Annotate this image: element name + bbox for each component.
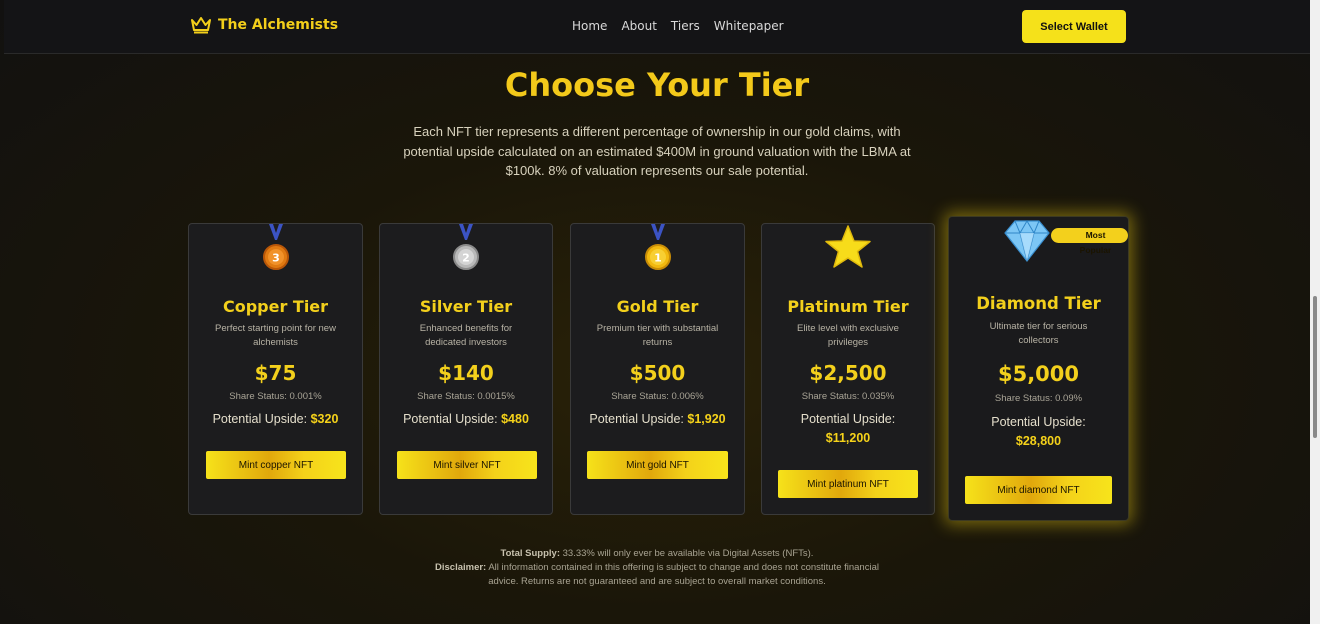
footer-notes: Total Supply: 33.33% will only ever be a…	[424, 547, 890, 589]
page-scrollbar[interactable]	[1310, 0, 1320, 624]
nav-link-about[interactable]: About	[621, 19, 656, 33]
tier-price: $5,000	[997, 362, 1080, 386]
tier-name: Platinum Tier	[787, 297, 909, 316]
page-title: Choose Your Tier	[504, 66, 810, 104]
tier-card-gold: 1 Gold Tier Premium tier with substantia…	[570, 223, 745, 515]
page: The Alchemists Home About Tiers Whitepap…	[4, 0, 1310, 624]
svg-text:1: 1	[654, 252, 662, 265]
tier-card-diamond: Most Popular Diamond Tier Ultimate tier …	[948, 216, 1129, 521]
star-icon	[825, 225, 871, 268]
tier-price: $500	[629, 361, 686, 385]
tier-card-copper: 3 Copper Tier Perfect starting point for…	[188, 223, 363, 515]
tier-price: $140	[438, 361, 494, 385]
brand-logo[interactable]: The Alchemists	[190, 16, 338, 34]
gold-medal-icon: 1	[644, 224, 671, 270]
tier-description: Ultimate tier for serious collectors	[989, 321, 1088, 346]
tier-share-status: Share Status: 0.0015%	[417, 391, 515, 402]
brand-name: The Alchemists	[218, 17, 339, 33]
bronze-medal-icon: 3	[262, 224, 289, 270]
tier-share-status: Share Status: 0.09%	[994, 393, 1083, 404]
upside-label: Potential Upside:	[403, 412, 498, 426]
upside-value: $28,800	[1015, 434, 1062, 448]
most-popular-badge: Most Popular	[1051, 228, 1128, 255]
upside-value: $1,920	[687, 412, 726, 426]
nav-link-tiers[interactable]: Tiers	[671, 19, 700, 33]
tier-description: Perfect starting point for new alchemist…	[215, 323, 336, 348]
mint-diamond-button[interactable]: Mint diamond NFT	[965, 476, 1112, 504]
nav-link-home[interactable]: Home	[572, 19, 607, 33]
crown-icon	[191, 17, 211, 34]
tier-potential-upside: Potential Upside: $11,200	[792, 410, 904, 448]
tier-description: Elite level with exclusive privileges	[797, 323, 899, 348]
page-subtitle: Each NFT tier represents a different per…	[403, 124, 911, 178]
upside-label: Potential Upside:	[991, 415, 1086, 429]
select-wallet-button[interactable]: Select Wallet	[1022, 10, 1126, 43]
tier-potential-upside: Potential Upside: $1,920	[581, 410, 734, 429]
tier-price: $75	[254, 361, 297, 385]
svg-text:3: 3	[272, 252, 280, 265]
total-supply-text: 33.33% will only ever be available via D…	[560, 548, 814, 559]
total-supply-label: Total Supply:	[500, 548, 560, 559]
mint-gold-button[interactable]: Mint gold NFT	[587, 451, 728, 479]
nav-links: Home About Tiers Whitepaper	[572, 19, 784, 33]
mint-silver-button[interactable]: Mint silver NFT	[397, 451, 537, 479]
tier-description: Premium tier with substantial returns	[596, 323, 719, 348]
disclaimer-note: Disclaimer: All information contained in…	[424, 561, 890, 589]
tier-share-status: Share Status: 0.006%	[611, 391, 704, 402]
tier-name: Silver Tier	[419, 297, 513, 316]
tier-name: Gold Tier	[616, 297, 699, 316]
tier-share-status: Share Status: 0.035%	[801, 391, 895, 402]
upside-label: Potential Upside:	[212, 412, 308, 426]
upside-label: Potential Upside:	[800, 412, 896, 426]
mint-platinum-button[interactable]: Mint platinum NFT	[778, 470, 918, 498]
svg-text:2: 2	[462, 252, 470, 265]
tier-potential-upside: Potential Upside: $480	[390, 410, 542, 429]
tier-description: Enhanced benefits for dedicated investor…	[419, 323, 513, 348]
upside-value: $11,200	[825, 431, 871, 445]
tier-potential-upside: Potential Upside: $28,800	[979, 413, 1098, 451]
silver-medal-icon: 2	[453, 224, 479, 270]
scrollbar-thumb[interactable]	[1313, 296, 1317, 438]
tier-name: Copper Tier	[222, 297, 329, 316]
upside-label: Potential Upside:	[589, 412, 684, 426]
disclaimer-label: Disclaimer:	[435, 562, 487, 573]
tier-price: $2,500	[809, 361, 887, 385]
navbar: The Alchemists Home About Tiers Whitepap…	[4, 0, 1310, 54]
tier-card-platinum: Platinum Tier Elite level with exclusive…	[761, 223, 935, 515]
tier-name: Diamond Tier	[976, 294, 1101, 313]
diamond-icon	[1004, 220, 1050, 262]
mint-copper-button[interactable]: Mint copper NFT	[206, 451, 346, 479]
tier-card-silver: 2 Silver Tier Enhanced benefits for dedi…	[379, 223, 553, 515]
disclaimer-text: All information contained in this offeri…	[486, 562, 879, 587]
tier-potential-upside: Potential Upside: $320	[199, 410, 352, 429]
nav-link-whitepaper[interactable]: Whitepaper	[714, 19, 784, 33]
upside-value: $480	[501, 412, 529, 426]
total-supply-note: Total Supply: 33.33% will only ever be a…	[424, 547, 890, 561]
tier-share-status: Share Status: 0.001%	[229, 391, 322, 402]
upside-value: $320	[310, 412, 339, 426]
